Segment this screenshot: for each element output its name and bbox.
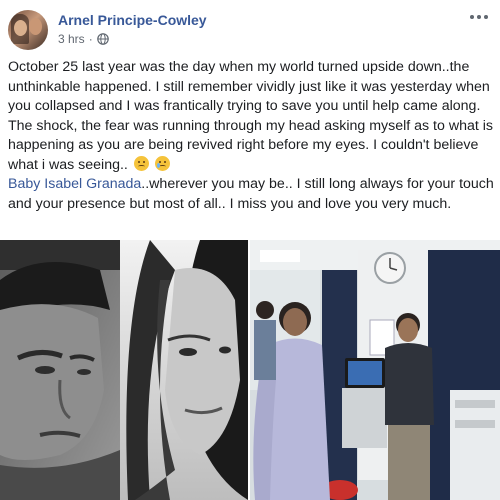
post-meta: 3 hrs · <box>58 32 109 46</box>
post-timestamp[interactable]: 3 hrs <box>58 32 85 46</box>
disappointed-face-icon <box>133 155 149 171</box>
avatar[interactable] <box>8 10 48 50</box>
tagged-person-link[interactable]: Baby Isabel Granada <box>8 176 141 192</box>
author-name[interactable]: Arnel Principe-Cowley <box>58 12 207 28</box>
photo-couple-bw[interactable] <box>0 240 248 500</box>
crying-face-icon <box>154 155 170 171</box>
post-photos <box>0 240 500 500</box>
globe-icon <box>96 33 109 45</box>
post-text: October 25 last year was the day when my… <box>8 58 494 214</box>
post-body-paragraph-1: October 25 last year was the day when my… <box>8 59 493 173</box>
photo-hospital-room[interactable] <box>250 240 500 500</box>
post-header: Arnel Principe-Cowley 3 hrs · <box>8 8 492 52</box>
more-options-icon[interactable] <box>468 10 490 24</box>
